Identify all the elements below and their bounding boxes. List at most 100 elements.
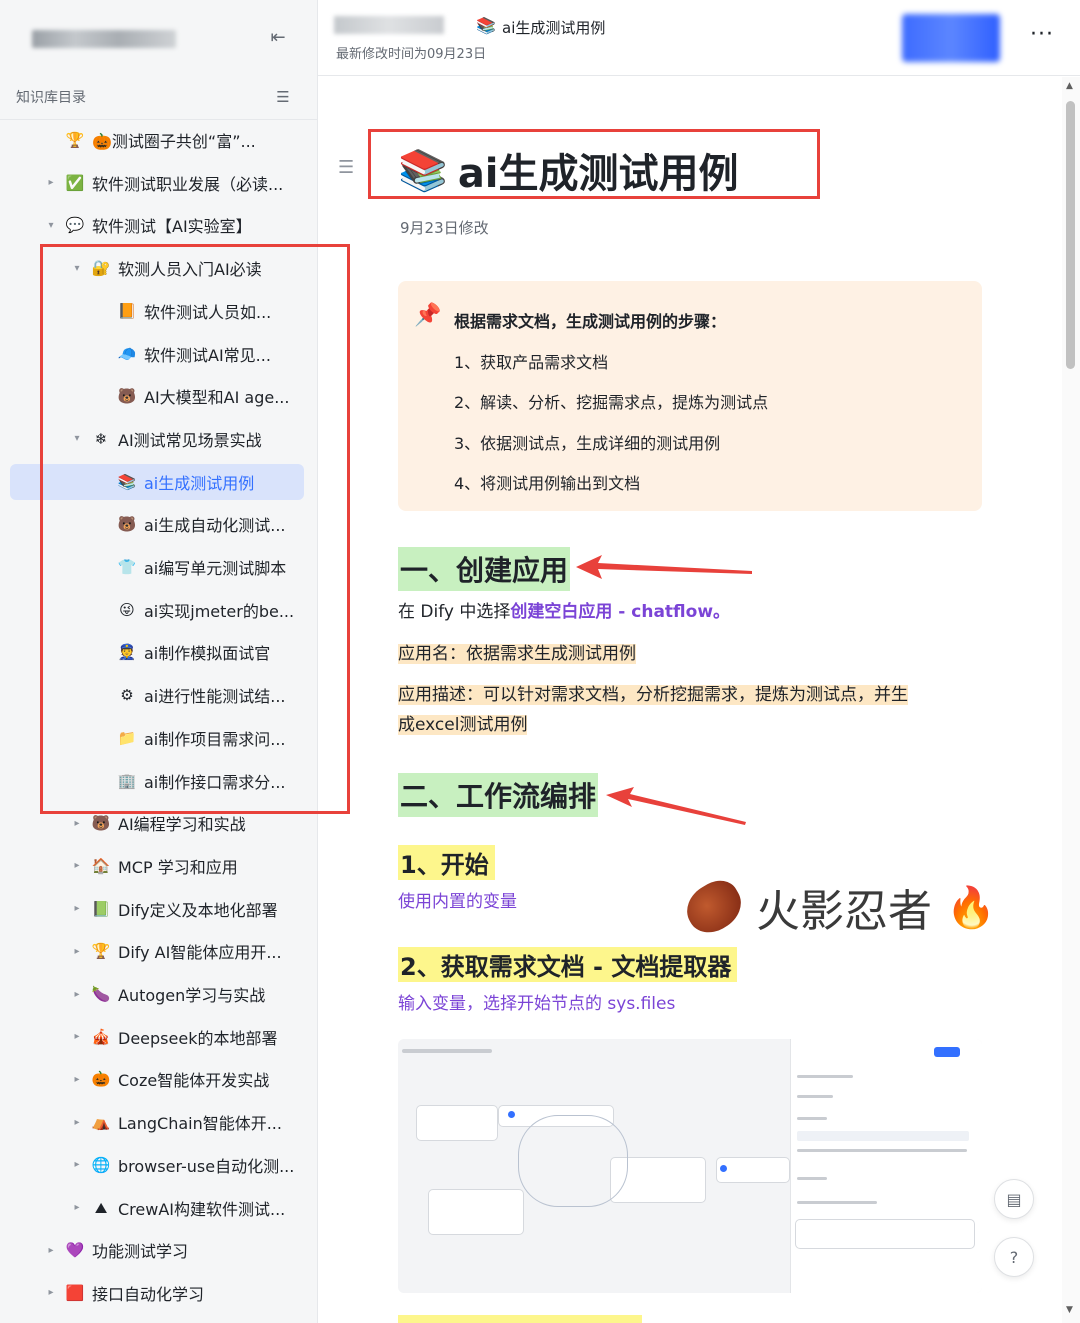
app-desc-line: 成excel测试用例 <box>398 715 528 735</box>
outline-icon[interactable]: ☰ <box>338 157 354 178</box>
item-emoji-icon: 🎪 <box>91 1027 111 1046</box>
expand-arrow-icon[interactable]: ▸ <box>70 818 84 829</box>
ss-panel-line <box>797 1075 853 1078</box>
ss-side-panel <box>790 1039 982 1293</box>
item-emoji-icon: 🏠 <box>91 856 111 875</box>
app-name-label: 应用名： <box>398 644 466 664</box>
item-emoji-icon: ✅ <box>65 173 85 192</box>
ss-start-node <box>416 1105 498 1141</box>
ss-panel-card <box>795 1219 975 1249</box>
sidebar-item-label: LangChain智能体开... <box>118 1114 282 1134</box>
sweet-potato-icon <box>678 873 750 941</box>
expand-arrow-icon[interactable]: ▸ <box>70 860 84 871</box>
sidebar-item-label: 🎃测试圈子共创“富”... <box>92 132 256 151</box>
expand-arrow-icon[interactable]: ▸ <box>70 1031 84 1042</box>
more-icon[interactable]: ··· <box>1030 22 1054 47</box>
ss-panel-line <box>797 1149 967 1152</box>
divider <box>0 119 318 120</box>
item-emoji-icon: 🌐 <box>91 1155 111 1174</box>
doc-modified-date: 9月23日修改 <box>400 219 489 237</box>
sidebar-item[interactable]: ▾ 💬 软件测试【AI实验室】 <box>44 207 340 243</box>
ss-panel-line <box>797 1177 827 1180</box>
doc-header: 📚 ai生成测试用例 最新修改时间为09月23日 ··· <box>318 0 1080 76</box>
scroll-up-icon[interactable]: ▲ <box>1066 81 1073 91</box>
heading-workflow: 二、工作流编排 <box>398 773 599 817</box>
doc-info-icon[interactable]: ▤ <box>994 1179 1034 1219</box>
sidebar-item[interactable]: 🏆 🎃测试圈子共创“富”... <box>44 122 340 158</box>
share-button-blurred[interactable] <box>902 14 1000 62</box>
expand-arrow-icon[interactable]: ▸ <box>70 1159 84 1170</box>
ss-port <box>720 1165 727 1172</box>
expand-arrow-icon[interactable]: ▸ <box>44 1287 58 1298</box>
highlight-text: 创建空白应用 - chatflow。 <box>510 602 731 622</box>
item-emoji-icon: ⛺ <box>91 1113 111 1132</box>
expand-arrow-icon[interactable]: ▸ <box>70 1202 84 1213</box>
paragraph-start: 使用内置的变量 <box>398 887 517 917</box>
expand-arrow-icon[interactable]: ▸ <box>70 946 84 957</box>
paragraph-app-desc: 应用描述：可以针对需求文档，分析挖掘需求，提炼为测试点，并生 成excel测试用… <box>398 680 998 740</box>
item-emoji-icon: 💬 <box>65 216 85 235</box>
header-doc-title[interactable]: ai生成测试用例 <box>502 17 605 38</box>
sidebar-item[interactable]: ▸ 🟥 接口自动化学习 <box>44 1275 340 1311</box>
sidebar-item-label: Deepseek的本地部署 <box>118 1028 278 1048</box>
paragraph-app-name: 应用名：依据需求生成测试用例 <box>398 639 636 669</box>
sidebar-item[interactable]: ▸ ✅ 软件测试职业发展（必读... <box>44 165 340 201</box>
help-icon[interactable]: ? <box>994 1237 1034 1277</box>
sidebar-item-label: Autogen学习与实战 <box>118 986 266 1005</box>
item-emoji-icon: 🏆 <box>65 131 85 149</box>
ss-publish-button <box>934 1047 960 1057</box>
item-emoji-icon: 🐻 <box>91 814 111 833</box>
sidebar-item[interactable]: ▸ 💜 功能测试学习 <box>44 1232 340 1268</box>
workflow-screenshot[interactable] <box>398 1039 982 1293</box>
annotation-box-sidebar <box>40 244 350 814</box>
callout-step: 2、解读、分析、挖掘需求点，提炼为测试点 <box>454 393 769 412</box>
item-emoji-icon: 🟥 <box>65 1283 85 1302</box>
item-emoji-icon: ⛰ <box>94 1198 108 1217</box>
expand-arrow-icon[interactable]: ▸ <box>70 1117 84 1128</box>
callout-block: 📌 根据需求文档，生成测试用例的步骤： 1、获取产品需求文档 2、解读、分析、挖… <box>398 281 982 511</box>
paragraph-text: 在 Dify 中选择 <box>398 602 511 622</box>
ss-node <box>428 1189 524 1235</box>
item-emoji-icon: 📗 <box>91 899 111 918</box>
input-var-text: 输入变量，选择开始节点的 sys.files <box>398 994 676 1014</box>
paragraph-input-var: 输入变量，选择开始节点的 sys.files <box>398 989 675 1019</box>
sidebar-item-label: AI编程学习和实战 <box>118 815 246 835</box>
sidebar-item-label: 软件测试职业发展（必读... <box>92 174 284 194</box>
expand-arrow-icon[interactable]: ▸ <box>70 989 84 1000</box>
app-desc-line: 应用描述：可以针对需求文档，分析挖掘需求，提炼为测试点，并生 <box>398 685 908 705</box>
ss-toolbar-text <box>402 1049 492 1053</box>
item-emoji-icon: 🍆 <box>91 985 111 1003</box>
doc-title-text: ai生成测试用例 <box>457 151 739 197</box>
heading-create-app: 一、创建应用 <box>398 547 571 591</box>
sidebar-item-label: browser-use自动化测... <box>118 1156 295 1176</box>
expand-arrow-icon[interactable]: ▸ <box>44 177 58 188</box>
list-view-icon[interactable]: ☰ <box>272 86 294 108</box>
callout-step: 1、获取产品需求文档 <box>454 353 609 372</box>
expand-arrow-icon[interactable]: ▸ <box>44 1245 58 1256</box>
expand-arrow-icon[interactable]: ▸ <box>70 903 84 914</box>
sidebar-item-label: 软件测试【AI实验室】 <box>92 217 252 237</box>
sidebar-item-label: Coze智能体开发实战 <box>118 1071 270 1091</box>
scrollbar-thumb[interactable] <box>1066 101 1075 369</box>
expand-arrow-icon[interactable]: ▸ <box>70 1074 84 1085</box>
expand-arrow-icon[interactable]: ▾ <box>44 220 58 231</box>
subheading-doc-extractor: 2、获取需求文档 - 文档提取器 <box>398 947 738 982</box>
callout-step: 3、依据测试点，生成详细的测试用例 <box>454 434 721 453</box>
paragraph-select: 在 Dify 中选择创建空白应用 - chatflow。 <box>398 597 730 627</box>
item-emoji-icon: 🎃 <box>91 1070 111 1089</box>
fire-icon: 🔥 <box>946 884 996 931</box>
collapse-sidebar-icon[interactable]: ⇤ <box>266 26 290 50</box>
workspace-name-blurred <box>32 30 176 48</box>
ss-node <box>716 1157 790 1183</box>
ss-panel-line <box>797 1117 827 1120</box>
sidebar-item-label: 接口自动化学习 <box>92 1284 205 1304</box>
sidebar-item-label: 功能测试学习 <box>92 1242 189 1262</box>
book-icon: 📚 <box>476 16 496 35</box>
scrollbar[interactable]: ▲ ▼ <box>1062 77 1080 1323</box>
pushpin-icon: 📌 <box>414 303 442 328</box>
doc-body: ☰ 📚 ai生成测试用例 9月23日修改 📌 根据需求文档，生成测试用例的步骤：… <box>318 77 1062 1323</box>
watermark: 火影忍者 🔥 <box>678 873 996 941</box>
catalog-title: 知识库目录 <box>16 90 86 106</box>
scroll-down-icon[interactable]: ▼ <box>1066 1305 1073 1315</box>
sidebar-item-label: Dify AI智能体应用开... <box>118 943 282 963</box>
